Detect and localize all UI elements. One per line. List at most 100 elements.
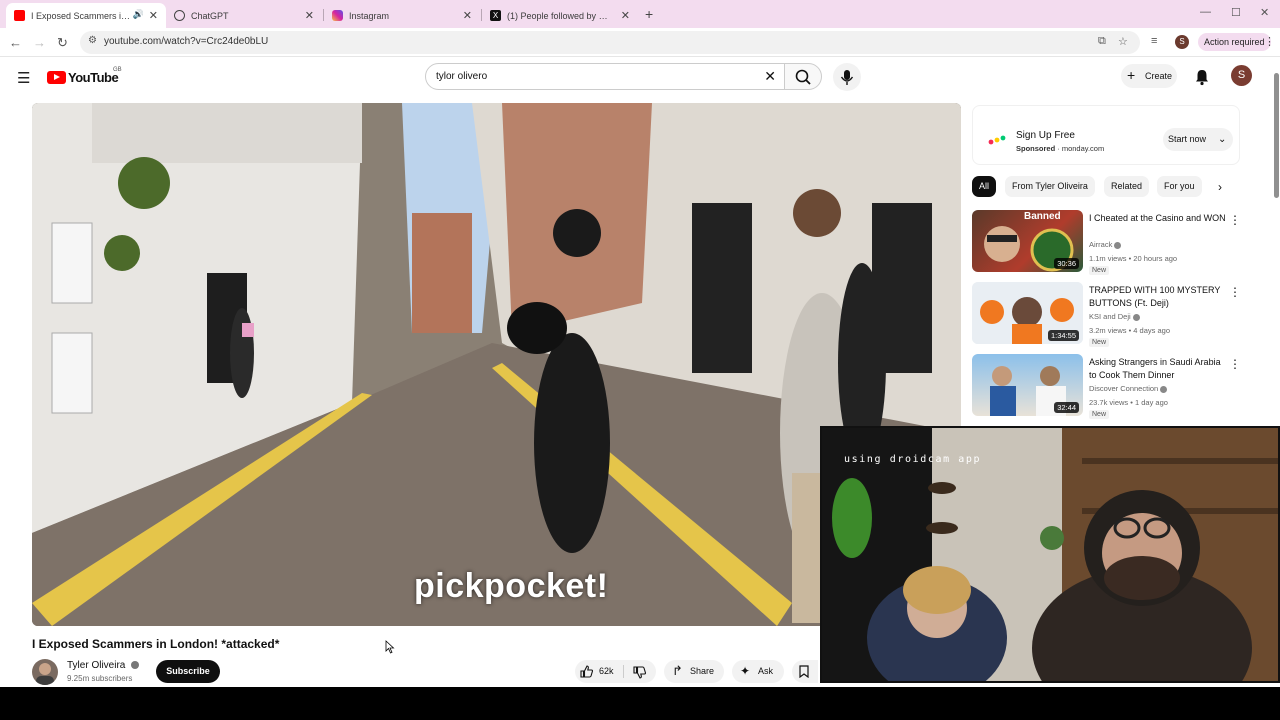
x-favicon-icon: X [490,10,501,21]
channel-avatar[interactable] [32,659,58,685]
country-code: GB [113,67,122,73]
close-tab-icon[interactable]: ✕ [149,9,158,22]
close-tab-icon[interactable]: ✕ [305,9,314,22]
close-tab-icon[interactable]: ✕ [463,9,472,22]
tab-title: Instagram [349,10,390,21]
recommended-video[interactable]: Banned 30:36 I Cheated at the Casino and… [972,210,1241,275]
more-actions-icon[interactable]: ⋮ [1229,213,1241,227]
video-duration: 30:36 [1054,258,1079,269]
more-actions-icon[interactable]: ⋮ [1229,357,1241,371]
search-button[interactable] [784,63,822,90]
browser-menu-icon[interactable]: ⋮ [1264,35,1275,48]
recommended-video[interactable]: 1:34:55 TRAPPED WITH 100 MYSTERY BUTTONS… [972,282,1241,347]
chip-related[interactable]: Related [1104,176,1150,197]
subscribe-button[interactable]: Subscribe [156,660,220,683]
tab-youtube[interactable]: I Exposed Scammers in Lon 🔊 ✕ [6,3,166,28]
tab-x[interactable]: X (1) People followed by haz ✕ [482,3,638,28]
youtube-logo[interactable]: YouTube GB [47,67,122,85]
verified-badge-icon [1114,241,1122,249]
save-button[interactable] [792,660,818,683]
more-actions-icon[interactable]: ⋮ [1229,285,1241,299]
verified-badge-icon [1160,385,1168,393]
reading-list-icon[interactable]: ≡ [1151,35,1157,47]
scrollbar-thumb[interactable] [1274,73,1279,198]
search-input[interactable]: tylor olivero [436,71,487,82]
close-tab-icon[interactable]: ✕ [621,9,630,22]
channel-avatar-image [36,663,54,685]
ad-domain: monday.com [1061,144,1105,153]
reload-icon[interactable]: ↻ [57,35,68,51]
maximize-icon[interactable]: ☐ [1231,6,1241,19]
like-count[interactable]: 62k [599,666,614,676]
clear-search-icon[interactable]: ✕ [764,68,776,85]
share-button[interactable]: ↱ Share [664,660,724,683]
video-thumbnail[interactable]: 32:44 [972,354,1083,416]
subscriber-count: 9.25m subscribers [67,674,133,683]
recommendation-title[interactable]: TRAPPED WITH 100 MYSTERY BUTTONS (Ft. De… [1089,284,1227,310]
thumbs-down-icon[interactable] [633,666,646,679]
youtube-play-logo-icon [47,71,66,84]
forward-icon[interactable]: → [33,35,46,50]
new-tab-icon[interactable]: + [645,6,653,22]
recommendation-channel[interactable]: Airrack [1089,240,1122,249]
chevron-down-icon[interactable]: ⌄ [1218,134,1226,145]
bookmark-star-icon[interactable]: ☆ [1118,35,1128,48]
voice-search-button[interactable] [833,63,861,91]
account-avatar[interactable]: S [1231,65,1252,86]
chip-all[interactable]: All [972,176,997,197]
share-arrow-icon: ↱ [672,663,683,678]
recommendation-channel[interactable]: KSI and Deji [1089,312,1140,321]
recommended-video[interactable]: 32:44 Asking Strangers in Saudi Arabia t… [972,354,1241,419]
video-caption: pickpocket! [414,567,609,605]
instagram-favicon-icon [332,10,343,21]
url-text[interactable]: youtube.com/watch?v=Crc24de0bLU [104,36,268,47]
site-info-icon[interactable]: ⚙ [88,35,97,46]
sponsored-label: Sponsored [1016,144,1056,153]
address-bar[interactable]: ⚙ youtube.com/watch?v=Crc24de0bLU ⧉ ☆ [80,31,1140,54]
channel-name[interactable]: KSI and Deji [1089,312,1131,321]
video-duration: 32:44 [1054,402,1079,413]
tab-instagram[interactable]: Instagram ✕ [324,3,480,28]
channel-name[interactable]: Airrack [1089,240,1112,249]
youtube-favicon-icon [14,10,25,21]
ad-title: Sign Up Free [1016,130,1075,141]
youtube-header: ☰ YouTube GB tylor olivero ✕ + Create S [0,58,1280,96]
chevron-right-icon[interactable]: › [1218,180,1222,194]
webcam-overlay: using droidcam app [820,426,1280,683]
speaker-icon[interactable]: 🔊 [133,9,144,20]
chip-from-channel[interactable]: From Tyler Oliveira [1005,176,1095,197]
chip-for-you[interactable]: For you [1157,176,1202,197]
create-button[interactable]: + Create [1121,64,1177,88]
verified-badge-icon [131,661,139,669]
close-window-icon[interactable]: ✕ [1260,6,1269,19]
action-required-button[interactable]: Action required [1198,33,1271,51]
channel-name[interactable]: Tyler Oliveira [67,660,125,671]
new-badge: New [1089,338,1110,347]
search-box[interactable]: tylor olivero ✕ [425,63,785,90]
ask-button[interactable]: ✦ Ask [732,660,784,683]
like-dislike-group: 62k [575,660,656,683]
microphone-icon [840,70,854,85]
share-label: Share [690,666,715,676]
back-icon[interactable]: ← [9,35,22,50]
recommendation-channel[interactable]: Discover Connection [1089,384,1168,393]
divider [623,665,624,678]
chatgpt-favicon-icon [174,10,185,21]
mouse-cursor-icon [385,640,395,654]
new-badge: New [1089,410,1110,419]
sponsored-ad-card[interactable]: Sign Up Free Sponsored · monday.com Star… [972,105,1240,165]
recommendation-title[interactable]: I Cheated at the Casino and WON [1089,212,1227,225]
hamburger-menu-icon[interactable]: ☰ [17,69,30,87]
video-thumbnail[interactable]: 1:34:55 [972,282,1083,344]
minimize-icon[interactable]: — [1200,6,1211,18]
new-badge: New [1089,266,1110,275]
video-thumbnail[interactable]: Banned 30:36 [972,210,1083,272]
notifications-bell-icon[interactable] [1193,68,1211,86]
tab-chatgpt[interactable]: ChatGPT ✕ [166,3,322,28]
install-app-icon[interactable]: ⧉ [1098,35,1106,48]
browser-profile-avatar[interactable]: S [1175,35,1189,49]
recommendation-title[interactable]: Asking Strangers in Saudi Arabia to Cook… [1089,356,1227,382]
plus-icon: + [1127,67,1136,83]
channel-name[interactable]: Discover Connection [1089,384,1158,393]
thumbs-up-icon[interactable] [580,665,593,678]
